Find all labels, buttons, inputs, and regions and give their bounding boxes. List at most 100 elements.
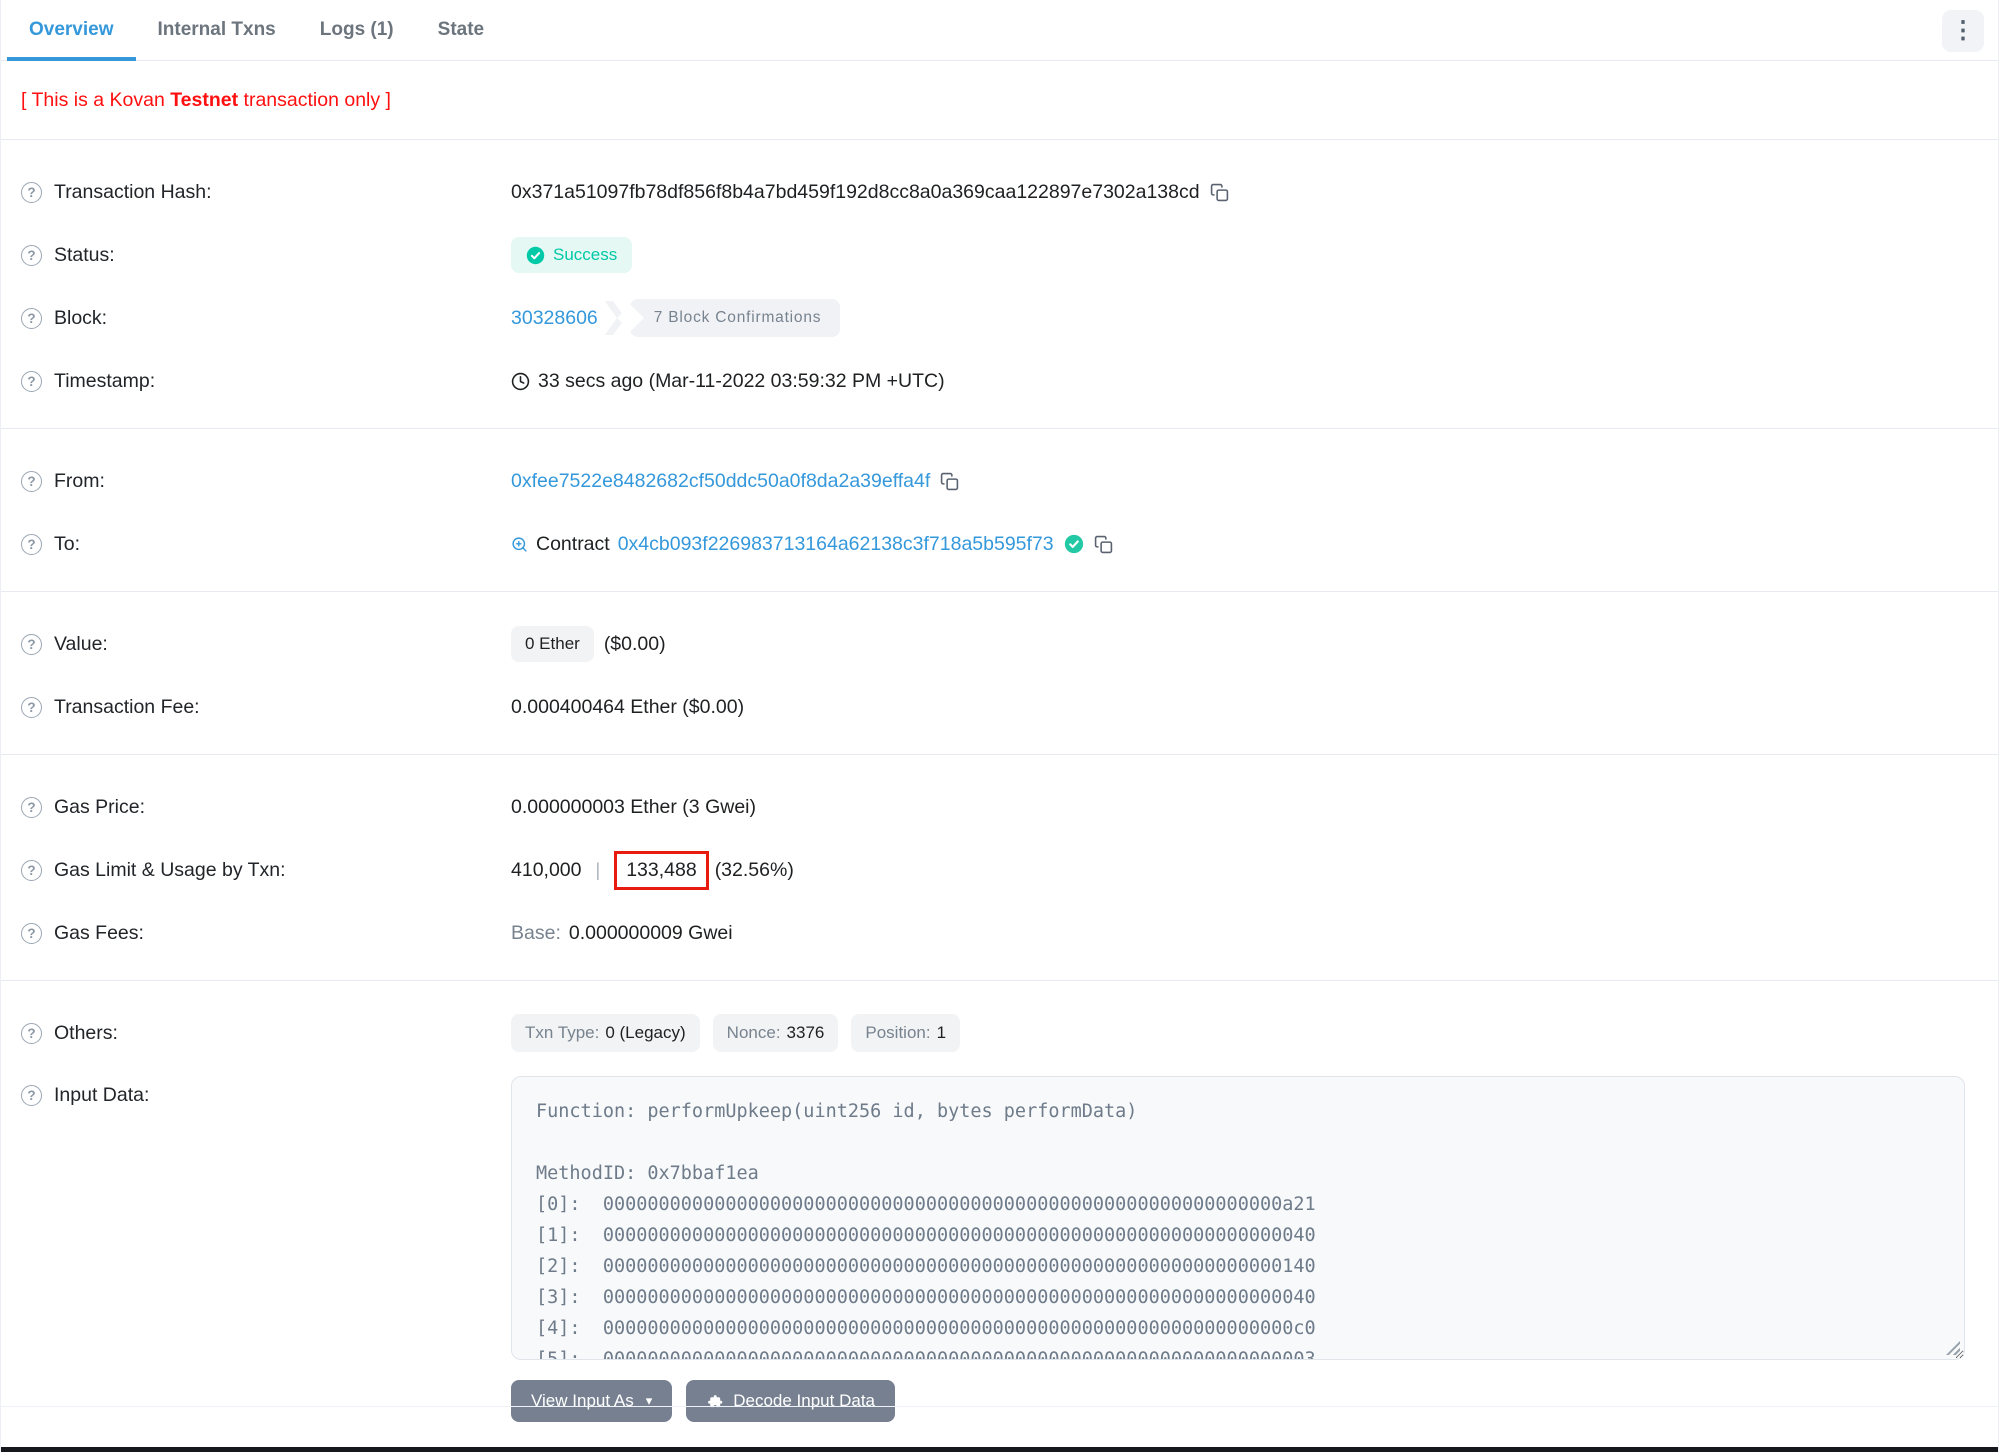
- label-text: Transaction Fee:: [54, 695, 200, 718]
- view-input-as-button[interactable]: View Input As ▾: [511, 1380, 673, 1422]
- help-icon[interactable]: ?: [21, 181, 42, 203]
- label-text: To:: [54, 532, 81, 555]
- transaction-details-page: Overview Internal Txns Logs (1) State ⋮ …: [0, 0, 1999, 1452]
- nonce-value: 3376: [786, 1023, 825, 1042]
- gas-price-value: 0.000000003 Ether (3 Gwei): [511, 795, 756, 818]
- verified-check-icon: [1064, 534, 1083, 554]
- notice-bold: Testnet: [170, 89, 239, 111]
- label-text: Gas Price:: [54, 795, 146, 818]
- more-options-button[interactable]: ⋮: [1942, 10, 1984, 52]
- help-icon[interactable]: ?: [21, 859, 42, 881]
- status-badge: Success: [511, 237, 633, 273]
- row-gas-price: ? Gas Price: 0.000000003 Ether (3 Gwei): [21, 787, 1965, 827]
- position-badge: Position: 1: [851, 1014, 961, 1052]
- gas-used-percent: (32.56%): [714, 858, 794, 881]
- row-transaction-fee: ? Transaction Fee: 0.000400464 Ether ($0…: [21, 687, 1965, 727]
- view-input-as-label: View Input As: [531, 1391, 634, 1410]
- row-transaction-hash: ? Transaction Hash: 0x371a51097fb78df856…: [21, 172, 1965, 212]
- transaction-hash-value: 0x371a51097fb78df856f8b4a7bd459f192d8cc8…: [511, 180, 1200, 203]
- copy-hash-button[interactable]: [1210, 183, 1229, 202]
- copy-icon: [1210, 183, 1228, 201]
- tab-logs[interactable]: Logs (1): [298, 0, 416, 60]
- row-block: ? Block: 30328606 7 Block Confirmations: [21, 298, 1965, 338]
- others-section: ? Others: Txn Type: 0 (Legacy) Nonce: 33…: [1, 981, 1998, 1422]
- gas-price-label: ? Gas Price:: [21, 796, 511, 819]
- help-icon[interactable]: ?: [21, 922, 42, 944]
- to-address-link[interactable]: 0x4cb093f226983713164a62138c3f718a5b595f…: [618, 533, 1054, 556]
- zoom-in-icon[interactable]: [511, 536, 528, 553]
- from-address-link[interactable]: 0xfee7522e8482682cf50ddc50a0f8da2a39effa…: [511, 470, 930, 493]
- notice-prefix: [ This is a Kovan: [21, 89, 171, 111]
- help-icon[interactable]: ?: [21, 1022, 42, 1044]
- decode-label: Decode Input Data: [733, 1391, 875, 1410]
- label-text: Transaction Hash:: [54, 180, 212, 203]
- value-label: ? Value:: [21, 633, 511, 656]
- tab-overview[interactable]: Overview: [7, 0, 136, 61]
- help-icon[interactable]: ?: [21, 796, 42, 818]
- timestamp-value: 33 secs ago (Mar-11-2022 03:59:32 PM +UT…: [538, 369, 945, 392]
- help-icon[interactable]: ?: [21, 470, 42, 492]
- input-data-textarea[interactable]: Function: performUpkeep(uint256 id, byte…: [511, 1076, 1965, 1360]
- others-label: ? Others:: [21, 1022, 511, 1045]
- label-text: Gas Limit & Usage by Txn:: [54, 858, 286, 881]
- clock-icon: [511, 372, 530, 390]
- row-timestamp: ? Timestamp: 33 secs ago (Mar-11-2022 03…: [21, 361, 1965, 401]
- row-others: ? Others: Txn Type: 0 (Legacy) Nonce: 33…: [21, 1013, 1965, 1053]
- txn-type-key: Txn Type:: [525, 1023, 600, 1042]
- label-text: Others:: [54, 1021, 118, 1044]
- overview-section: ? Transaction Hash: 0x371a51097fb78df856…: [1, 140, 1998, 401]
- help-icon[interactable]: ?: [21, 533, 42, 555]
- status-text: Success: [553, 245, 618, 264]
- gas-section: ? Gas Price: 0.000000003 Ether (3 Gwei) …: [1, 755, 1998, 953]
- row-value: ? Value: 0 Ether ($0.00): [21, 624, 1965, 664]
- help-icon[interactable]: ?: [21, 370, 42, 392]
- base-fee-label: Base:: [511, 921, 561, 944]
- txn-type-value: 0 (Legacy): [605, 1023, 686, 1042]
- decode-input-data-button[interactable]: Decode Input Data: [686, 1380, 895, 1422]
- row-gas-fees: ? Gas Fees: Base: 0.000000009 Gwei: [21, 913, 1965, 953]
- row-to: ? To: Contract 0x4cb093f226983713164a621…: [21, 524, 1965, 564]
- help-icon[interactable]: ?: [21, 307, 42, 329]
- input-data-container: Function: performUpkeep(uint256 id, byte…: [511, 1076, 1965, 1360]
- row-input-data: ? Input Data: Function: performUpkeep(ui…: [21, 1076, 1965, 1360]
- gas-fees-label: ? Gas Fees:: [21, 922, 511, 945]
- contract-prefix: Contract: [536, 532, 610, 555]
- notice-suffix: transaction only ]: [238, 89, 391, 111]
- txn-type-badge: Txn Type: 0 (Legacy): [511, 1014, 700, 1052]
- ether-value-badge: 0 Ether: [511, 626, 594, 662]
- block-confirmations-badge: 7 Block Confirmations: [629, 299, 841, 337]
- tab-internal-txns[interactable]: Internal Txns: [136, 0, 298, 60]
- position-value: 1: [936, 1023, 947, 1042]
- gas-used-value: 133,488: [626, 858, 697, 881]
- to-label: ? To:: [21, 533, 511, 556]
- tab-state[interactable]: State: [416, 0, 506, 60]
- help-icon[interactable]: ?: [21, 633, 42, 655]
- copy-to-address-button[interactable]: [1094, 535, 1113, 554]
- copy-from-address-button[interactable]: [940, 472, 959, 491]
- block-number-link[interactable]: 30328606: [511, 307, 598, 330]
- transaction-hash-label: ? Transaction Hash:: [21, 181, 511, 204]
- nonce-badge: Nonce: 3376: [712, 1014, 839, 1052]
- label-text: Value:: [54, 632, 108, 655]
- testnet-notice: [ This is a Kovan Testnet transaction on…: [1, 61, 1998, 112]
- help-icon[interactable]: ?: [21, 1085, 42, 1106]
- separator: |: [595, 859, 601, 880]
- row-gas-limit-usage: ? Gas Limit & Usage by Txn: 410,000 | 13…: [21, 850, 1965, 890]
- row-from: ? From: 0xfee7522e8482682cf50ddc50a0f8da…: [21, 461, 1965, 501]
- label-text: From:: [54, 469, 105, 492]
- check-circle-icon: [526, 246, 545, 264]
- transaction-fee-label: ? Transaction Fee:: [21, 696, 511, 719]
- status-label: ? Status:: [21, 244, 511, 267]
- gas-used-highlight-box: 133,488: [614, 850, 709, 890]
- gas-limit-label: ? Gas Limit & Usage by Txn:: [21, 859, 511, 882]
- addresses-section: ? From: 0xfee7522e8482682cf50ddc50a0f8da…: [1, 429, 1998, 564]
- label-text: Block:: [54, 306, 108, 329]
- input-data-label: ? Input Data:: [21, 1084, 511, 1107]
- label-text: Timestamp:: [54, 369, 156, 392]
- help-icon[interactable]: ?: [21, 696, 42, 718]
- timestamp-label: ? Timestamp:: [21, 370, 511, 393]
- label-text: Gas Fees:: [54, 921, 144, 944]
- nonce-key: Nonce:: [726, 1023, 781, 1042]
- help-icon[interactable]: ?: [21, 244, 42, 266]
- position-key: Position:: [865, 1023, 931, 1042]
